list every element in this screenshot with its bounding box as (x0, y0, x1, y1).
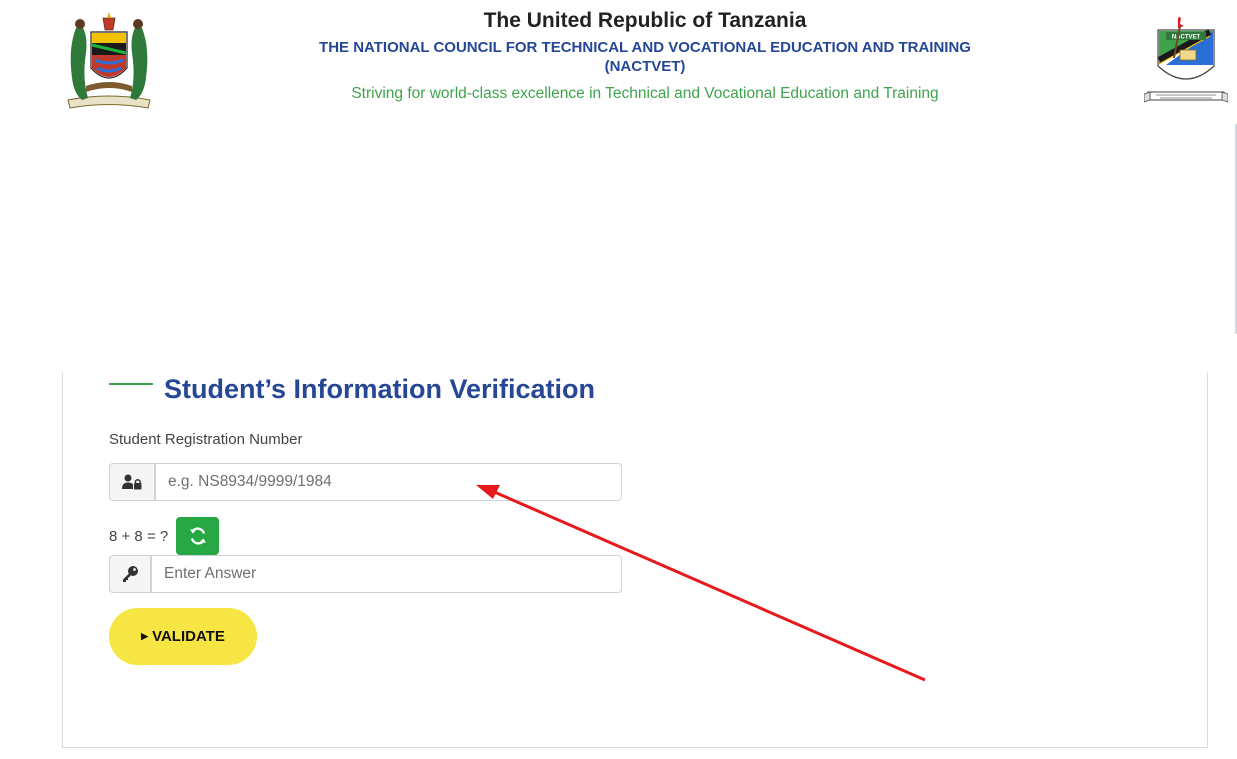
captcha-question: 8 + 8 = ? (109, 528, 169, 545)
registration-addon (109, 463, 155, 501)
validate-button[interactable]: ▶ VALIDATE (109, 608, 257, 665)
user-lock-icon (122, 474, 142, 490)
coat-of-arms-icon (67, 12, 151, 109)
council-title: THE NATIONAL COUNCIL FOR TECHNICAL AND V… (319, 39, 971, 56)
registration-number-group (109, 463, 622, 501)
refresh-icon (189, 527, 206, 545)
key-icon (123, 566, 138, 582)
registration-number-label: Student Registration Number (109, 431, 303, 448)
captcha-answer-group (109, 555, 622, 593)
motto: Striving for world-class excellence in T… (351, 85, 939, 102)
validate-label: VALIDATE (152, 628, 225, 645)
section-title: Student’s Information Verification (164, 374, 596, 404)
verification-card: Student’s Information Verification Stude… (62, 372, 1208, 748)
nactvet-logo-icon: NACTVET (1144, 16, 1228, 103)
header-text: The United Republic of Tanzania THE NATI… (240, 8, 1050, 104)
page: The United Republic of Tanzania THE NATI… (0, 0, 1237, 759)
section-accent-line (109, 383, 153, 385)
republic-title: The United Republic of Tanzania (483, 9, 807, 32)
registration-number-input[interactable] (155, 463, 622, 501)
header: The United Republic of Tanzania THE NATI… (0, 0, 1237, 120)
council-abbreviation: (NACTVET) (604, 58, 686, 75)
answer-addon (109, 555, 151, 593)
captcha-answer-input[interactable] (151, 555, 622, 593)
caret-right-icon: ▶ (141, 631, 149, 641)
refresh-captcha-button[interactable] (176, 517, 219, 555)
nactvet-logo-text: NACTVET (1172, 35, 1201, 41)
